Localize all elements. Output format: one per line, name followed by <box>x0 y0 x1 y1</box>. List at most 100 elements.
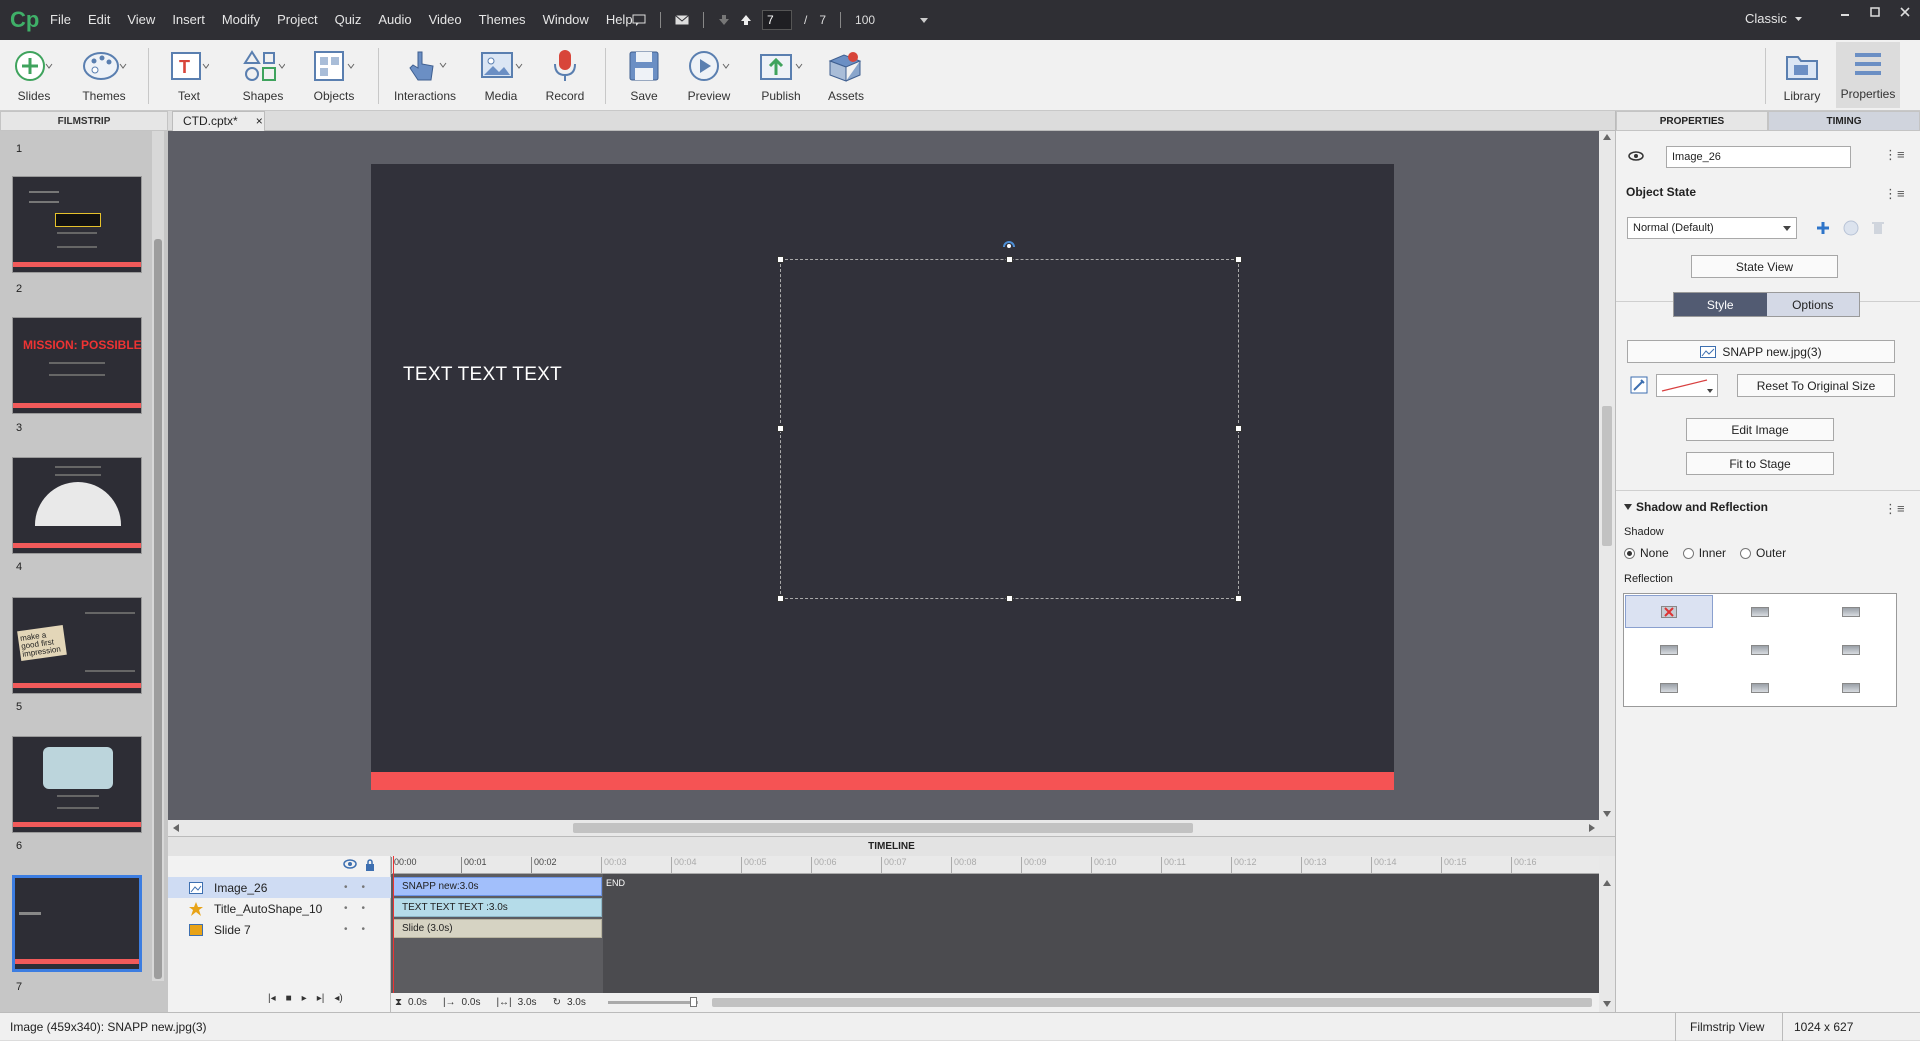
timeline-vertical-scrollbar[interactable] <box>1599 856 1615 1012</box>
menu-file[interactable]: File <box>50 12 71 27</box>
menu-audio[interactable]: Audio <box>378 12 411 27</box>
audio-icon[interactable]: ◂) <box>334 993 342 1004</box>
filmstrip-scrollbar[interactable] <box>152 131 164 981</box>
zoom-value[interactable]: 100 <box>855 13 875 27</box>
slide-thumbnail-3[interactable]: MISSION: POSSIBLE <box>12 317 142 414</box>
scroll-left-icon[interactable] <box>173 824 179 832</box>
panel-menu-icon[interactable]: ⋮≡ <box>1884 501 1905 517</box>
menu-edit[interactable]: Edit <box>88 12 110 27</box>
toolbar-assets[interactable]: Assets <box>814 44 878 103</box>
slide-thumbnail-2[interactable] <box>12 176 142 273</box>
close-icon[interactable] <box>1890 0 1920 24</box>
shadow-inner-radio[interactable]: Inner <box>1682 546 1726 560</box>
timeline-track[interactable]: SNAPP new:3.0s <box>393 877 602 896</box>
shadow-none-radio[interactable]: None <box>1624 546 1669 560</box>
resize-handle[interactable] <box>1235 425 1242 432</box>
shadow-outer-radio[interactable]: Outer <box>1740 546 1786 560</box>
eyedropper-icon[interactable] <box>1630 376 1648 394</box>
panel-menu-icon[interactable]: ⋮≡ <box>1884 147 1905 163</box>
menu-view[interactable]: View <box>127 12 155 27</box>
layer-toggles[interactable]: •• <box>344 903 379 914</box>
visibility-eye-icon[interactable] <box>1628 151 1644 161</box>
toolbar-media[interactable]: Media <box>469 44 533 103</box>
edit-state-icon[interactable] <box>1843 220 1859 236</box>
timeline-zoom-slider[interactable] <box>607 997 698 1007</box>
document-tab[interactable]: CTD.cptx* × <box>172 111 265 131</box>
edit-image-button[interactable]: Edit Image <box>1686 418 1834 441</box>
maximize-icon[interactable] <box>1860 0 1890 24</box>
panel-menu-icon[interactable]: ⋮≡ <box>1884 186 1905 202</box>
page-number-input[interactable]: 7 <box>762 10 792 30</box>
resize-handle[interactable] <box>777 595 784 602</box>
scroll-up-icon[interactable] <box>1603 134 1611 140</box>
eye-icon[interactable] <box>343 859 357 871</box>
toolbar-library[interactable]: Library <box>1770 44 1834 103</box>
stop-icon[interactable]: ■ <box>286 993 292 1004</box>
lock-icon[interactable] <box>365 859 375 871</box>
stage-vertical-scrollbar[interactable] <box>1599 131 1615 820</box>
toolbar-publish[interactable]: Publish <box>749 44 813 103</box>
reflection-option[interactable] <box>1625 633 1713 666</box>
menu-window[interactable]: Window <box>543 12 589 27</box>
timeline-track[interactable]: TEXT TEXT TEXT :3.0s <box>393 898 602 917</box>
reflection-option[interactable] <box>1625 671 1713 704</box>
slide-thumbnail-4[interactable] <box>12 457 142 554</box>
reflection-option[interactable] <box>1716 633 1804 666</box>
menu-video[interactable]: Video <box>429 12 462 27</box>
delete-state-icon[interactable] <box>1872 221 1884 235</box>
toolbar-themes[interactable]: Themes <box>72 44 136 103</box>
toolbar-objects[interactable]: Objects <box>302 44 366 103</box>
reflection-option[interactable] <box>1807 671 1895 704</box>
toolbar-text[interactable]: T Text <box>157 44 221 103</box>
timeline-ruler[interactable]: 00:00 00:01 00:02 00:03 00:04 00:05 00:0… <box>391 856 1599 874</box>
slide-canvas[interactable]: TEXT TEXT TEXT <box>371 164 1394 790</box>
layer-row[interactable]: Title_AutoShape_10 •• <box>168 898 391 919</box>
reflection-option[interactable] <box>1807 595 1895 628</box>
timeline-hscroll[interactable] <box>711 998 1592 1007</box>
zoom-dropdown-icon[interactable] <box>920 17 929 23</box>
menu-insert[interactable]: Insert <box>172 12 205 27</box>
reset-original-size-button[interactable]: Reset To Original Size <box>1737 374 1895 397</box>
selected-image-placeholder[interactable] <box>777 241 1242 602</box>
menu-modify[interactable]: Modify <box>222 12 260 27</box>
comment-icon[interactable] <box>632 14 646 26</box>
toolbar-interactions[interactable]: Interactions <box>393 44 457 103</box>
layer-row[interactable]: Slide 7 •• <box>168 919 391 940</box>
menu-quiz[interactable]: Quiz <box>335 12 362 27</box>
reflection-none-option[interactable] <box>1625 595 1713 628</box>
object-name-field[interactable]: Image_26 <box>1666 146 1851 168</box>
shadow-reflection-section[interactable]: Shadow and Reflection <box>1624 500 1768 514</box>
tab-timing[interactable]: TIMING <box>1768 111 1920 131</box>
resize-handle[interactable] <box>1006 595 1013 602</box>
state-view-button[interactable]: State View <box>1691 255 1838 278</box>
add-state-icon[interactable] <box>1815 220 1831 236</box>
image-source-button[interactable]: SNAPP new.jpg(3) <box>1627 340 1895 363</box>
layer-toggles[interactable]: •• <box>344 882 379 893</box>
resize-handle[interactable] <box>777 256 784 263</box>
layer-row[interactable]: Image_26 •• <box>168 877 391 898</box>
play-icon[interactable]: ▸ <box>302 993 307 1004</box>
arrow-down-icon[interactable] <box>718 14 730 26</box>
close-tab-icon[interactable]: × <box>256 114 263 131</box>
menu-project[interactable]: Project <box>277 12 317 27</box>
toolbar-preview[interactable]: Preview <box>677 44 741 103</box>
timeline-track[interactable]: Slide (3.0s) <box>393 919 602 938</box>
end-icon[interactable]: ▸| <box>317 993 325 1004</box>
minimize-icon[interactable] <box>1830 0 1860 24</box>
slide-thumbnail-7[interactable] <box>12 875 142 972</box>
reflection-option[interactable] <box>1716 671 1804 704</box>
rotate-handle-icon[interactable] <box>1001 238 1017 252</box>
layer-toggles[interactable]: •• <box>344 924 379 935</box>
toolbar-record[interactable]: Record <box>533 44 597 103</box>
reflection-option[interactable] <box>1716 595 1804 628</box>
toolbar-properties[interactable]: Properties <box>1836 42 1900 108</box>
arrow-up-icon[interactable] <box>740 14 752 26</box>
scroll-right-icon[interactable] <box>1589 824 1595 832</box>
tab-style[interactable]: Style <box>1674 293 1767 316</box>
tab-properties[interactable]: PROPERTIES <box>1616 111 1768 131</box>
resize-handle[interactable] <box>1235 256 1242 263</box>
resize-handle[interactable] <box>1235 595 1242 602</box>
stage-horizontal-scrollbar[interactable] <box>168 820 1615 836</box>
state-dropdown[interactable]: Normal (Default) <box>1627 217 1797 239</box>
stroke-color-dropdown[interactable] <box>1656 374 1718 397</box>
